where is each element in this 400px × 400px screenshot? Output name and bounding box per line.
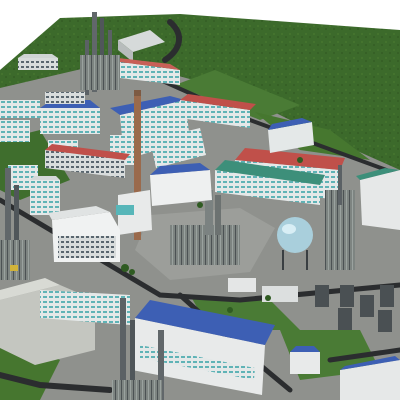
plant-scene [0, 0, 400, 400]
white-office-front [48, 206, 120, 262]
far-right-building [356, 168, 400, 230]
